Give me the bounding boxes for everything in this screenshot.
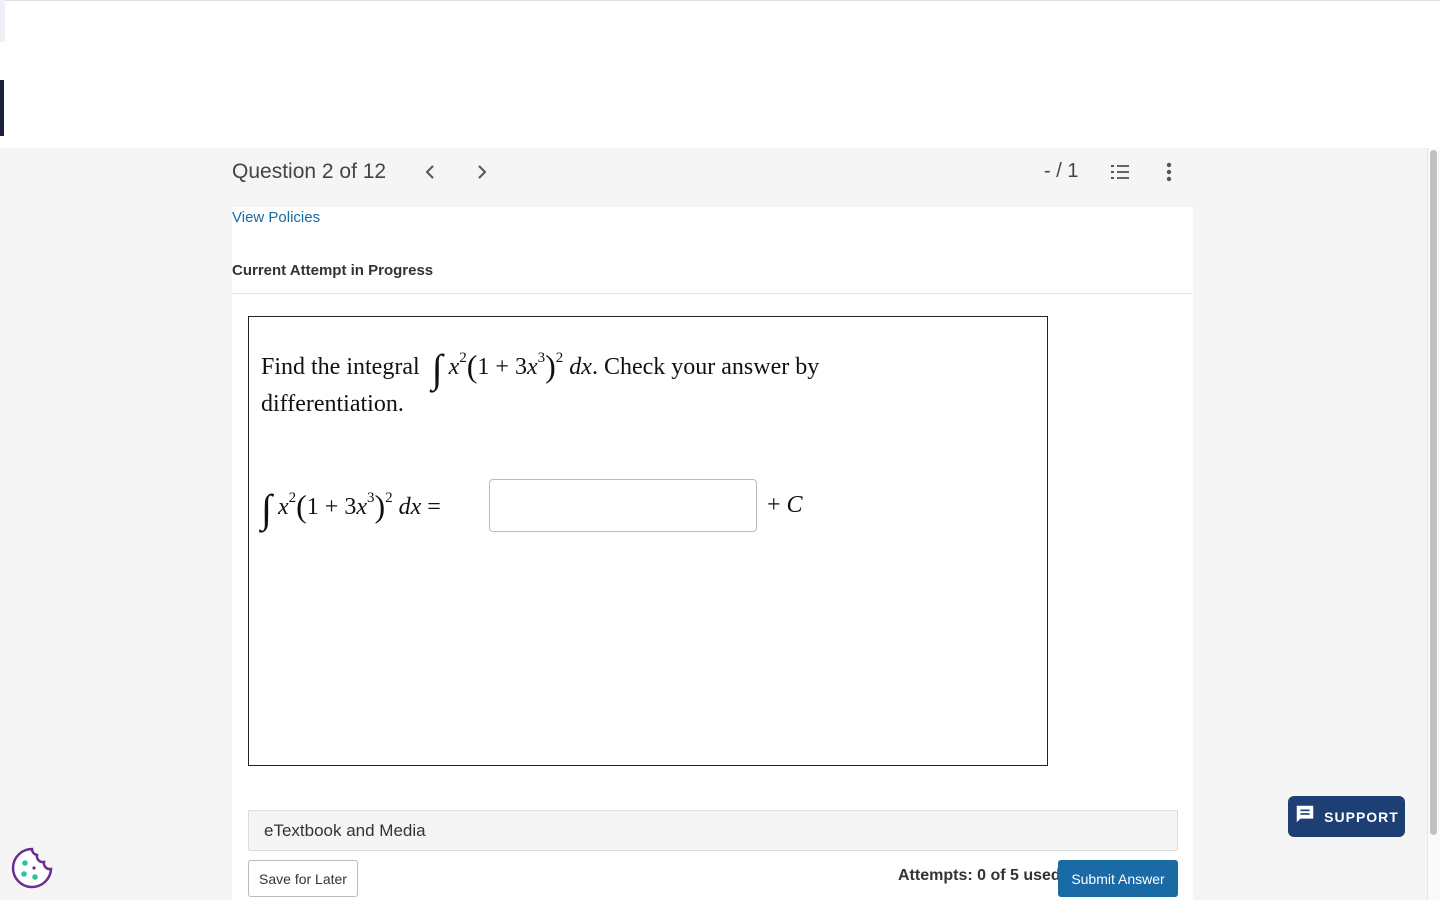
top-border <box>0 0 1440 1</box>
etextbook-media-label: eTextbook and Media <box>264 821 426 840</box>
scrollbar-thumb[interactable] <box>1430 150 1437 835</box>
cookie-icon[interactable] <box>10 846 54 890</box>
question-prompt: Find the integral ∫ x2(1 + 3x3)2 dx. Che… <box>261 337 820 391</box>
constant-of-integration: + C <box>767 492 803 518</box>
question-prompt-line2: differentiation. <box>261 391 404 417</box>
etextbook-media-bar[interactable]: eTextbook and Media <box>248 810 1178 851</box>
attempt-status-heading: Current Attempt in Progress <box>232 262 434 279</box>
prompt-text-before: Find the integral <box>261 354 420 380</box>
view-policies-link[interactable]: View Policies <box>232 209 320 226</box>
question-score: - / 1 <box>1044 160 1079 182</box>
question-box: Find the integral ∫ x2(1 + 3x3)2 dx. Che… <box>248 316 1048 766</box>
support-button[interactable]: SUPPORT <box>1288 796 1405 837</box>
top-left-marker <box>0 0 5 42</box>
left-accent-bar <box>0 80 4 136</box>
answer-input[interactable] <box>489 479 757 532</box>
support-label: SUPPORT <box>1324 808 1399 825</box>
prompt-text-after: . Check your answer by <box>591 354 820 380</box>
attempts-counter: Attempts: 0 of 5 used <box>898 867 1061 884</box>
divider <box>232 293 1193 294</box>
submit-answer-button[interactable]: Submit Answer <box>1058 860 1178 897</box>
question-counter: Question 2 of 12 <box>232 160 387 183</box>
numbered-list-icon[interactable] <box>1108 160 1132 184</box>
integral-expression: ∫ x2(1 + 3x3)2 dx <box>431 346 592 391</box>
save-for-later-button[interactable]: Save for Later <box>248 860 358 897</box>
answer-expression: ∫ x2(1 + 3x3)2 dx = <box>261 486 441 531</box>
chevron-left-icon[interactable] <box>418 160 442 184</box>
chat-icon <box>1294 803 1316 830</box>
more-vertical-icon[interactable] <box>1157 160 1181 184</box>
question-header: Question 2 of 12 - / 1 <box>232 148 1192 196</box>
question-panel: View Policies Current Attempt in Progres… <box>232 207 1193 900</box>
chevron-right-icon[interactable] <box>470 160 494 184</box>
